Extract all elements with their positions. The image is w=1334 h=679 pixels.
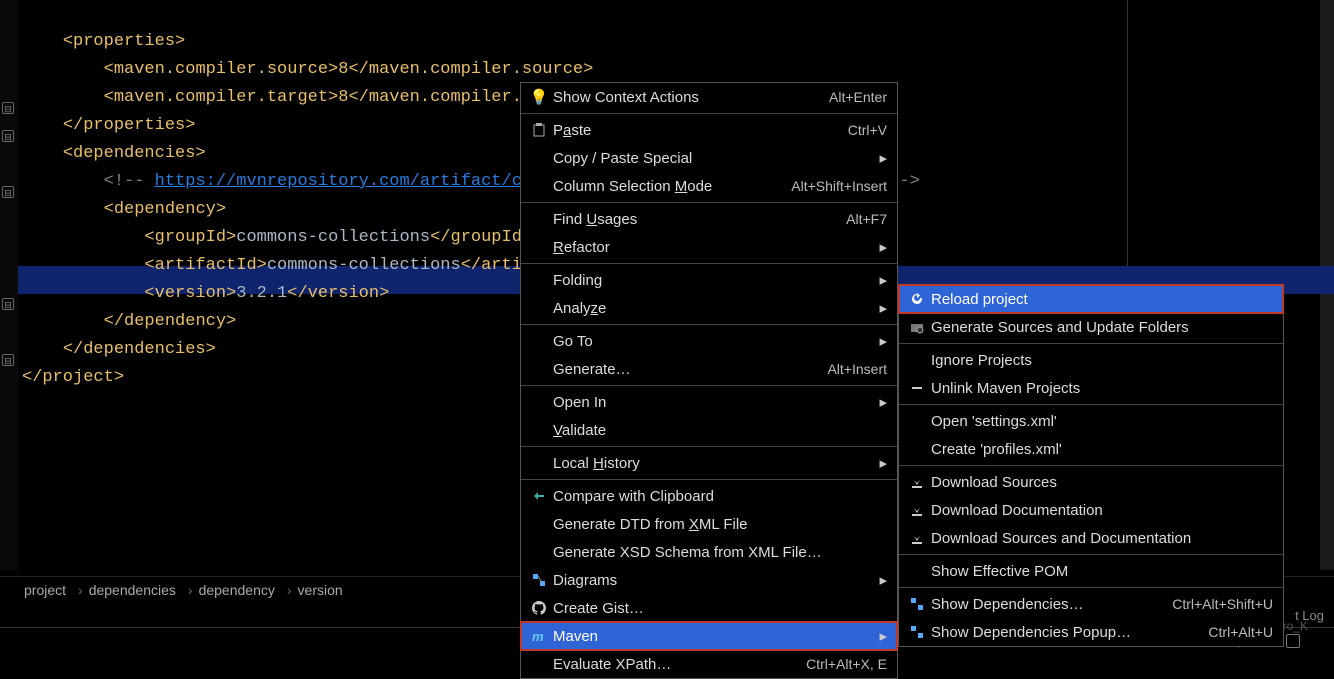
submenu-reload-project[interactable]: Reload project	[899, 285, 1283, 313]
fold-icon[interactable]: ⊟	[2, 130, 14, 142]
menu-generate[interactable]: Generate…Alt+Insert	[521, 355, 897, 383]
breadcrumb-item[interactable]: dependency	[199, 582, 275, 598]
diff-icon	[529, 489, 549, 503]
submenu-generate-sources[interactable]: Generate Sources and Update Folders	[899, 313, 1283, 341]
menu-separator	[521, 113, 897, 114]
menu-separator	[521, 324, 897, 325]
svg-text:m: m	[532, 629, 544, 643]
diagram-icon	[907, 625, 927, 639]
menu-separator	[521, 385, 897, 386]
menu-generate-dtd[interactable]: Generate DTD from XML File	[521, 510, 897, 538]
menu-separator	[899, 554, 1283, 555]
context-menu: 💡 Show Context Actions Alt+Enter Paste C…	[520, 82, 898, 679]
gear-folder-icon	[907, 320, 927, 334]
submenu-show-dependencies-popup[interactable]: Show Dependencies Popup… Ctrl+Alt+U	[899, 618, 1283, 646]
fold-icon[interactable]: ⊟	[2, 102, 14, 114]
fold-icon[interactable]: ⊟	[2, 354, 14, 366]
submenu-create-profiles[interactable]: Create 'profiles.xml'	[899, 435, 1283, 463]
menu-validate[interactable]: Validate	[521, 416, 897, 444]
submenu-unlink-projects[interactable]: Unlink Maven Projects	[899, 374, 1283, 402]
menu-column-selection[interactable]: Column Selection Mode Alt+Shift+Insert	[521, 172, 897, 200]
fold-icon[interactable]: ⊟	[2, 298, 14, 310]
menu-separator	[521, 446, 897, 447]
menu-refactor[interactable]: Refactor ▸	[521, 233, 897, 261]
maven-submenu: Reload project Generate Sources and Upda…	[898, 284, 1284, 647]
menu-analyze[interactable]: Analyze ▸	[521, 294, 897, 322]
menu-folding[interactable]: Folding▸	[521, 266, 897, 294]
menu-separator	[899, 587, 1283, 588]
menu-paste[interactable]: Paste Ctrl+V	[521, 116, 897, 144]
reload-icon	[907, 292, 927, 306]
menu-copy-paste-special[interactable]: Copy / Paste Special▸	[521, 144, 897, 172]
menu-find-usages[interactable]: Find Usages Alt+F7	[521, 205, 897, 233]
paste-icon	[529, 123, 549, 137]
breadcrumb-item[interactable]: dependencies	[89, 582, 176, 598]
menu-evaluate-xpath[interactable]: Evaluate XPath…Ctrl+Alt+X, E	[521, 650, 897, 678]
download-icon	[907, 503, 927, 517]
menu-maven[interactable]: m Maven▸	[521, 622, 897, 650]
gutter: ⊟ ⊟ ⊟ ⊟ ⊟	[0, 0, 18, 570]
submenu-show-effective-pom[interactable]: Show Effective POM	[899, 557, 1283, 585]
menu-separator	[521, 479, 897, 480]
menu-diagrams[interactable]: Diagrams▸	[521, 566, 897, 594]
menu-separator	[899, 343, 1283, 344]
submenu-download-sources[interactable]: Download Sources	[899, 468, 1283, 496]
diagram-icon	[907, 597, 927, 611]
menu-compare-clipboard[interactable]: Compare with Clipboard	[521, 482, 897, 510]
menu-separator	[521, 202, 897, 203]
lock-icon[interactable]	[1286, 634, 1300, 648]
minus-icon	[907, 381, 927, 395]
menu-separator	[521, 263, 897, 264]
bulb-icon: 💡	[529, 88, 549, 106]
fold-icon[interactable]: ⊟	[2, 186, 14, 198]
submenu-download-documentation[interactable]: Download Documentation	[899, 496, 1283, 524]
menu-generate-xsd[interactable]: Generate XSD Schema from XML File…	[521, 538, 897, 566]
menu-separator	[899, 465, 1283, 466]
breadcrumb-item[interactable]: version	[298, 582, 343, 598]
maven-icon: m	[529, 629, 549, 643]
submenu-download-sources-doc[interactable]: Download Sources and Documentation	[899, 524, 1283, 552]
submenu-open-settings[interactable]: Open 'settings.xml'	[899, 407, 1283, 435]
submenu-ignore-projects[interactable]: Ignore Projects	[899, 346, 1283, 374]
menu-show-context-actions[interactable]: 💡 Show Context Actions Alt+Enter	[521, 83, 897, 111]
submenu-show-dependencies[interactable]: Show Dependencies… Ctrl+Alt+Shift+U	[899, 590, 1283, 618]
download-icon	[907, 475, 927, 489]
download-icon	[907, 531, 927, 545]
breadcrumb-item[interactable]: project	[24, 582, 66, 598]
github-icon	[529, 601, 549, 615]
menu-local-history[interactable]: Local History ▸	[521, 449, 897, 477]
menu-goto[interactable]: Go To▸	[521, 327, 897, 355]
menu-open-in[interactable]: Open In▸	[521, 388, 897, 416]
menu-separator	[899, 404, 1283, 405]
menu-create-gist[interactable]: Create Gist…	[521, 594, 897, 622]
diagram-icon	[529, 573, 549, 587]
